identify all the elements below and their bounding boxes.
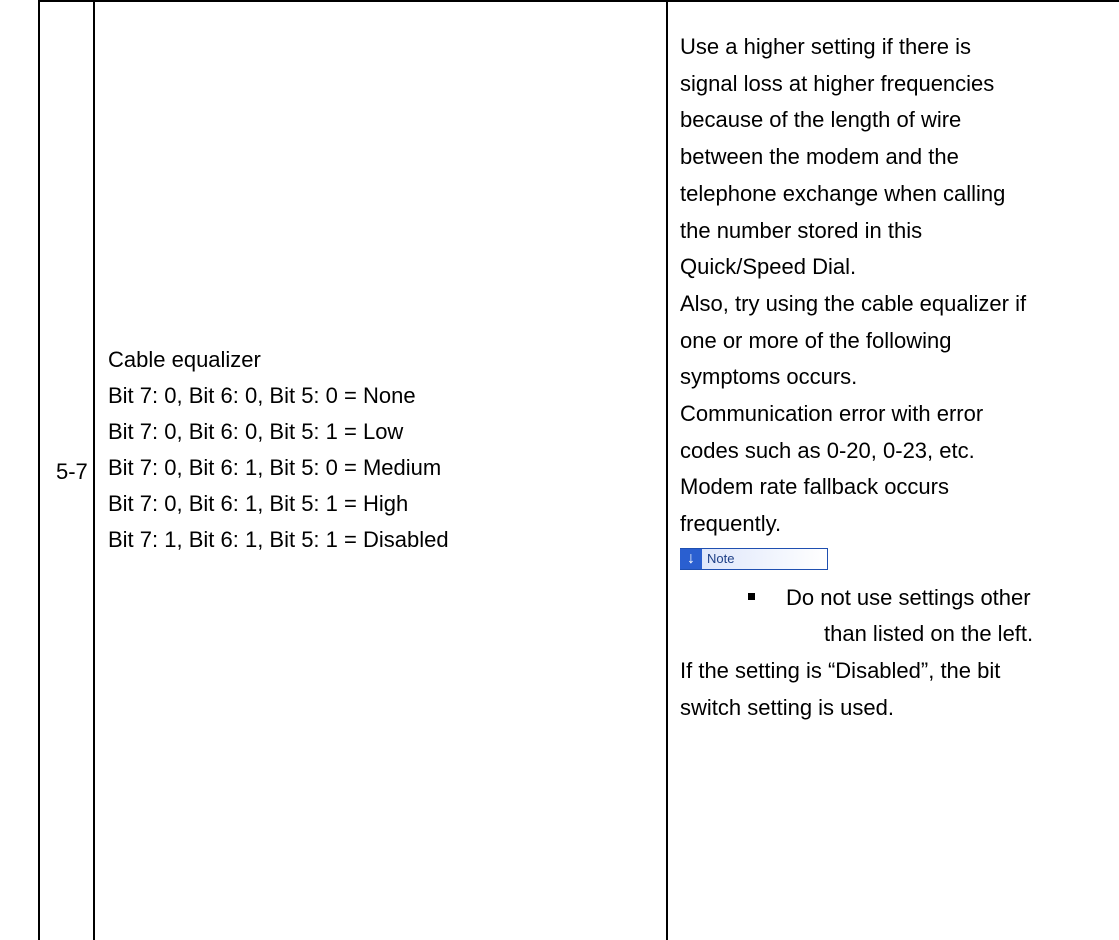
note-bullet-line: than listed on the left. — [824, 621, 1034, 647]
table-border-col2 — [666, 0, 668, 940]
setting-option-high: Bit 7: 0, Bit 6: 1, Bit 5: 1 = High — [108, 491, 409, 516]
table-border-col1 — [93, 0, 95, 940]
down-arrow-icon: ↓ — [687, 549, 695, 567]
description-line: codes such as 0-20, 0-23, etc. — [680, 437, 975, 463]
bit-number-cell: 5-7 — [56, 459, 88, 484]
table-top-border — [38, 0, 1119, 2]
description-line: Communication error with error — [680, 401, 984, 427]
setting-option-disabled: Bit 7: 1, Bit 6: 1, Bit 5: 1 = Disabled — [108, 527, 449, 552]
setting-title: Cable equalizer — [108, 347, 261, 372]
table-border-left — [38, 0, 40, 940]
note-bullet-line: Do not use settings other — [786, 584, 1031, 610]
note-bullet: Do not use settings other than listed on… — [680, 580, 1033, 653]
description-line: Modem rate fallback occurs — [680, 474, 949, 500]
footer-line: If the setting is “Disabled”, the bit — [680, 657, 1001, 683]
note-bullet-text: Do not use settings other than listed on… — [786, 580, 1033, 653]
setting-option-low: Bit 7: 0, Bit 6: 0, Bit 5: 1 = Low — [108, 419, 404, 444]
description-line: Use a higher setting if there is — [680, 34, 972, 59]
description-line: signal loss at higher frequencies — [680, 70, 995, 96]
description-line: the number stored in this — [680, 217, 923, 243]
bullet-square-icon — [748, 592, 755, 600]
description-line: telephone exchange when calling — [680, 180, 1006, 206]
note-label: Note — [707, 550, 735, 566]
description-line: one or more of the following — [680, 327, 952, 353]
footer-line: switch setting is used. — [680, 694, 894, 720]
setting-option-none: Bit 7: 0, Bit 6: 0, Bit 5: 0 = None — [108, 383, 416, 408]
note-badge: ↓ Note — [680, 547, 828, 570]
description-line: Quick/Speed Dial. — [680, 254, 857, 280]
description-line: symptoms occurs. — [680, 364, 858, 390]
setting-option-medium: Bit 7: 0, Bit 6: 1, Bit 5: 0 = Medium — [108, 455, 442, 480]
description-line: frequently. — [680, 511, 782, 537]
description-cell: Use a higher setting if there is signal … — [680, 29, 1033, 726]
description-line: between the modem and the — [680, 144, 959, 170]
note-heading: ↓ Note — [680, 543, 1026, 580]
bit-switch-table: 5-7 Cable equalizer Bit 7: 0, Bit 6: 0, … — [0, 0, 1119, 940]
description-line: Also, try using the cable equalizer if — [680, 290, 1027, 316]
description-line: because of the length of wire — [680, 107, 962, 133]
setting-cell: Cable equalizer Bit 7: 0, Bit 6: 0, Bit … — [108, 342, 449, 558]
